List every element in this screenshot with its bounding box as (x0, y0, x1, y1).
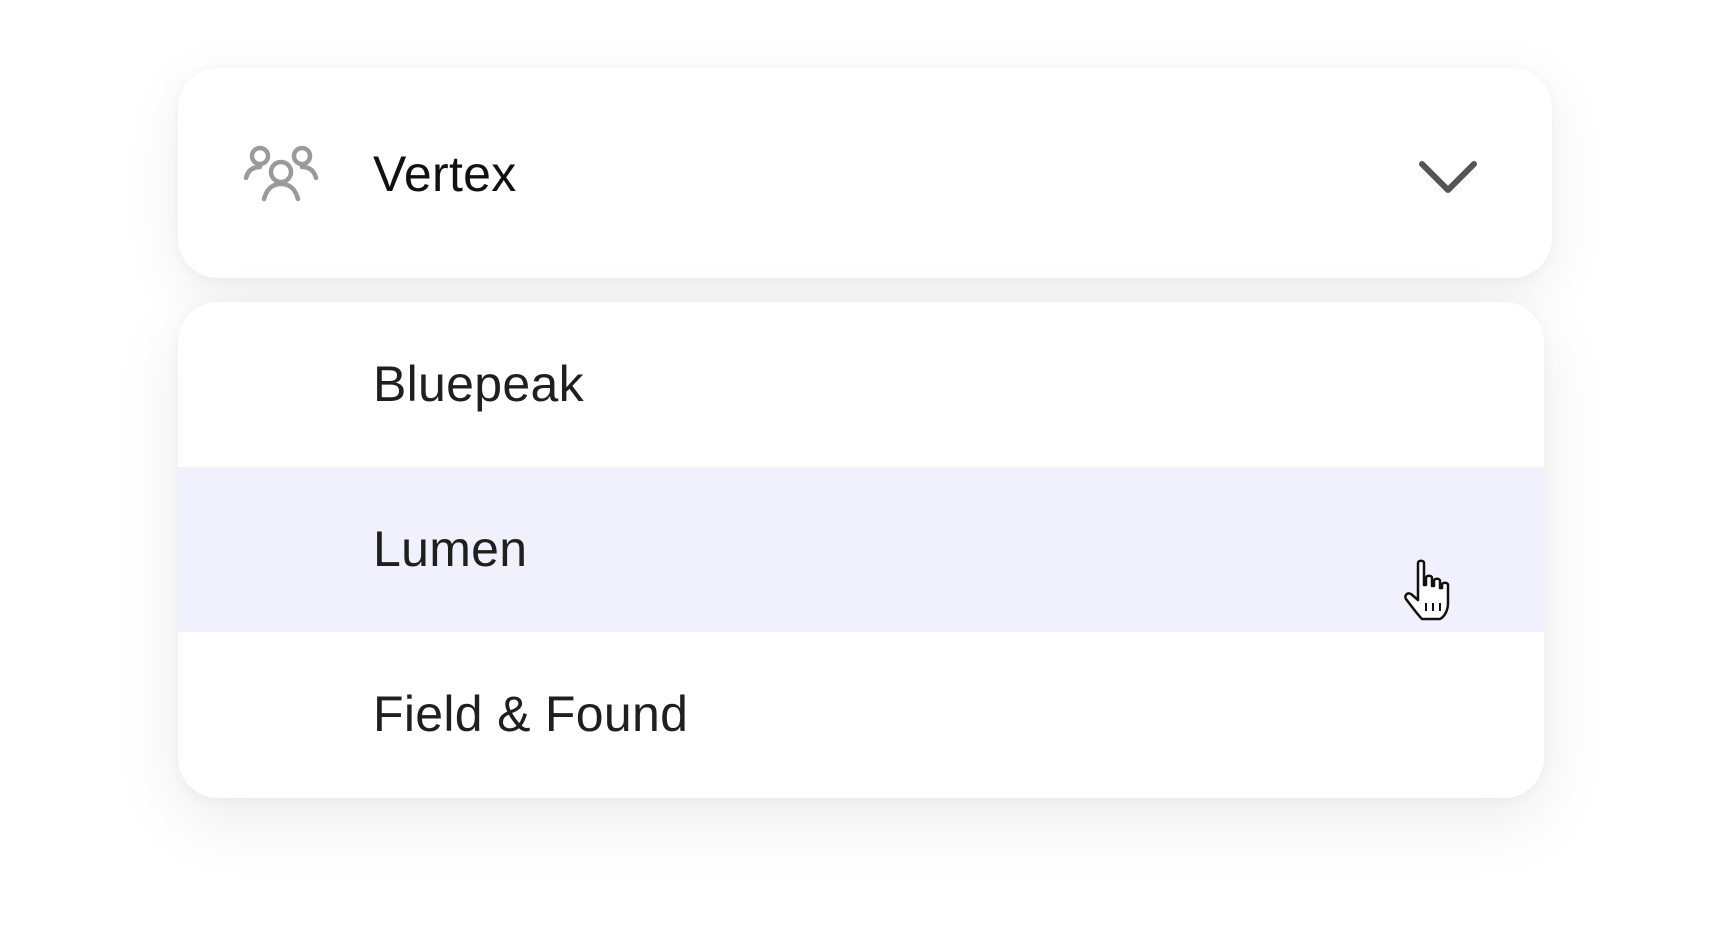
selected-value: Vertex (373, 146, 517, 202)
option-lumen[interactable]: Lumen (178, 467, 1544, 632)
dropdown-options: Bluepeak Lumen Field & Found (178, 302, 1544, 798)
option-field-and-found[interactable]: Field & Found (178, 632, 1544, 797)
option-label: Lumen (373, 521, 528, 577)
stage: Vertex Bluepeak Lumen Field & Found (0, 0, 1716, 948)
option-label: Field & Found (373, 686, 689, 742)
team-select[interactable]: Vertex (178, 68, 1552, 278)
option-label: Bluepeak (373, 356, 584, 412)
users-group-icon (242, 142, 320, 202)
chevron-down-icon[interactable] (1418, 156, 1478, 196)
option-bluepeak[interactable]: Bluepeak (178, 302, 1544, 467)
